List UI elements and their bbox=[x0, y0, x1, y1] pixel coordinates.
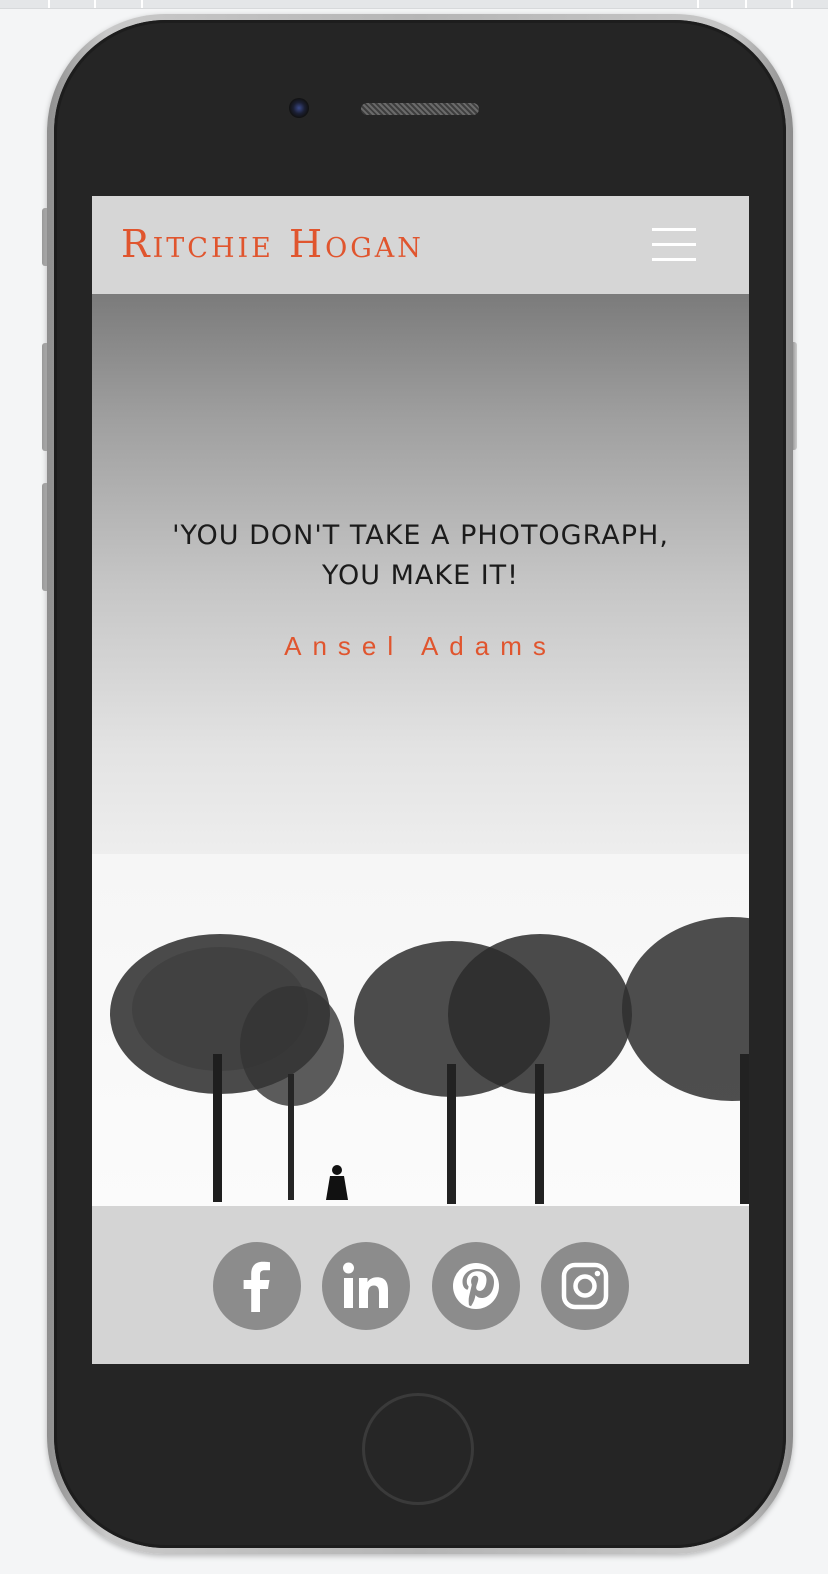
menu-bar bbox=[652, 243, 696, 246]
social-bar bbox=[92, 1206, 749, 1364]
divider bbox=[141, 0, 143, 8]
earpiece-speaker bbox=[361, 103, 479, 115]
linkedin-icon[interactable] bbox=[322, 1242, 410, 1330]
instagram-glyph bbox=[561, 1262, 609, 1310]
menu-bar bbox=[652, 228, 696, 231]
pinterest-glyph bbox=[453, 1263, 499, 1309]
divider bbox=[791, 0, 793, 8]
hamburger-menu-icon[interactable] bbox=[652, 228, 696, 262]
browser-top-strip bbox=[0, 0, 828, 9]
hero-quote: 'YOU DON'T TAKE A PHOTOGRAPH, YOU MAKE I… bbox=[92, 516, 749, 596]
instagram-icon[interactable] bbox=[541, 1242, 629, 1330]
hero-section: 'YOU DON'T TAKE A PHOTOGRAPH, YOU MAKE I… bbox=[92, 294, 749, 1206]
hero-image bbox=[92, 854, 749, 1206]
divider bbox=[697, 0, 699, 8]
site-title[interactable]: Ritchie Hogan bbox=[121, 222, 424, 266]
pinterest-icon[interactable] bbox=[432, 1242, 520, 1330]
phone-screen: Ritchie Hogan 'YOU DON'T TAKE A PHOTOGRA… bbox=[92, 196, 749, 1364]
site-header: Ritchie Hogan bbox=[92, 196, 749, 294]
divider bbox=[48, 0, 50, 8]
linkedin-glyph bbox=[343, 1262, 388, 1308]
quote-line: 'YOU DON'T TAKE A PHOTOGRAPH, bbox=[172, 520, 669, 551]
facebook-glyph bbox=[243, 1261, 270, 1312]
divider bbox=[745, 0, 747, 8]
home-button[interactable] bbox=[362, 1393, 474, 1505]
facebook-icon[interactable] bbox=[213, 1242, 301, 1330]
quote-author: Ansel Adams bbox=[284, 631, 557, 661]
divider bbox=[94, 0, 96, 8]
quote-line: YOU MAKE IT! bbox=[321, 560, 519, 591]
menu-bar bbox=[652, 258, 696, 261]
front-camera bbox=[289, 98, 309, 118]
